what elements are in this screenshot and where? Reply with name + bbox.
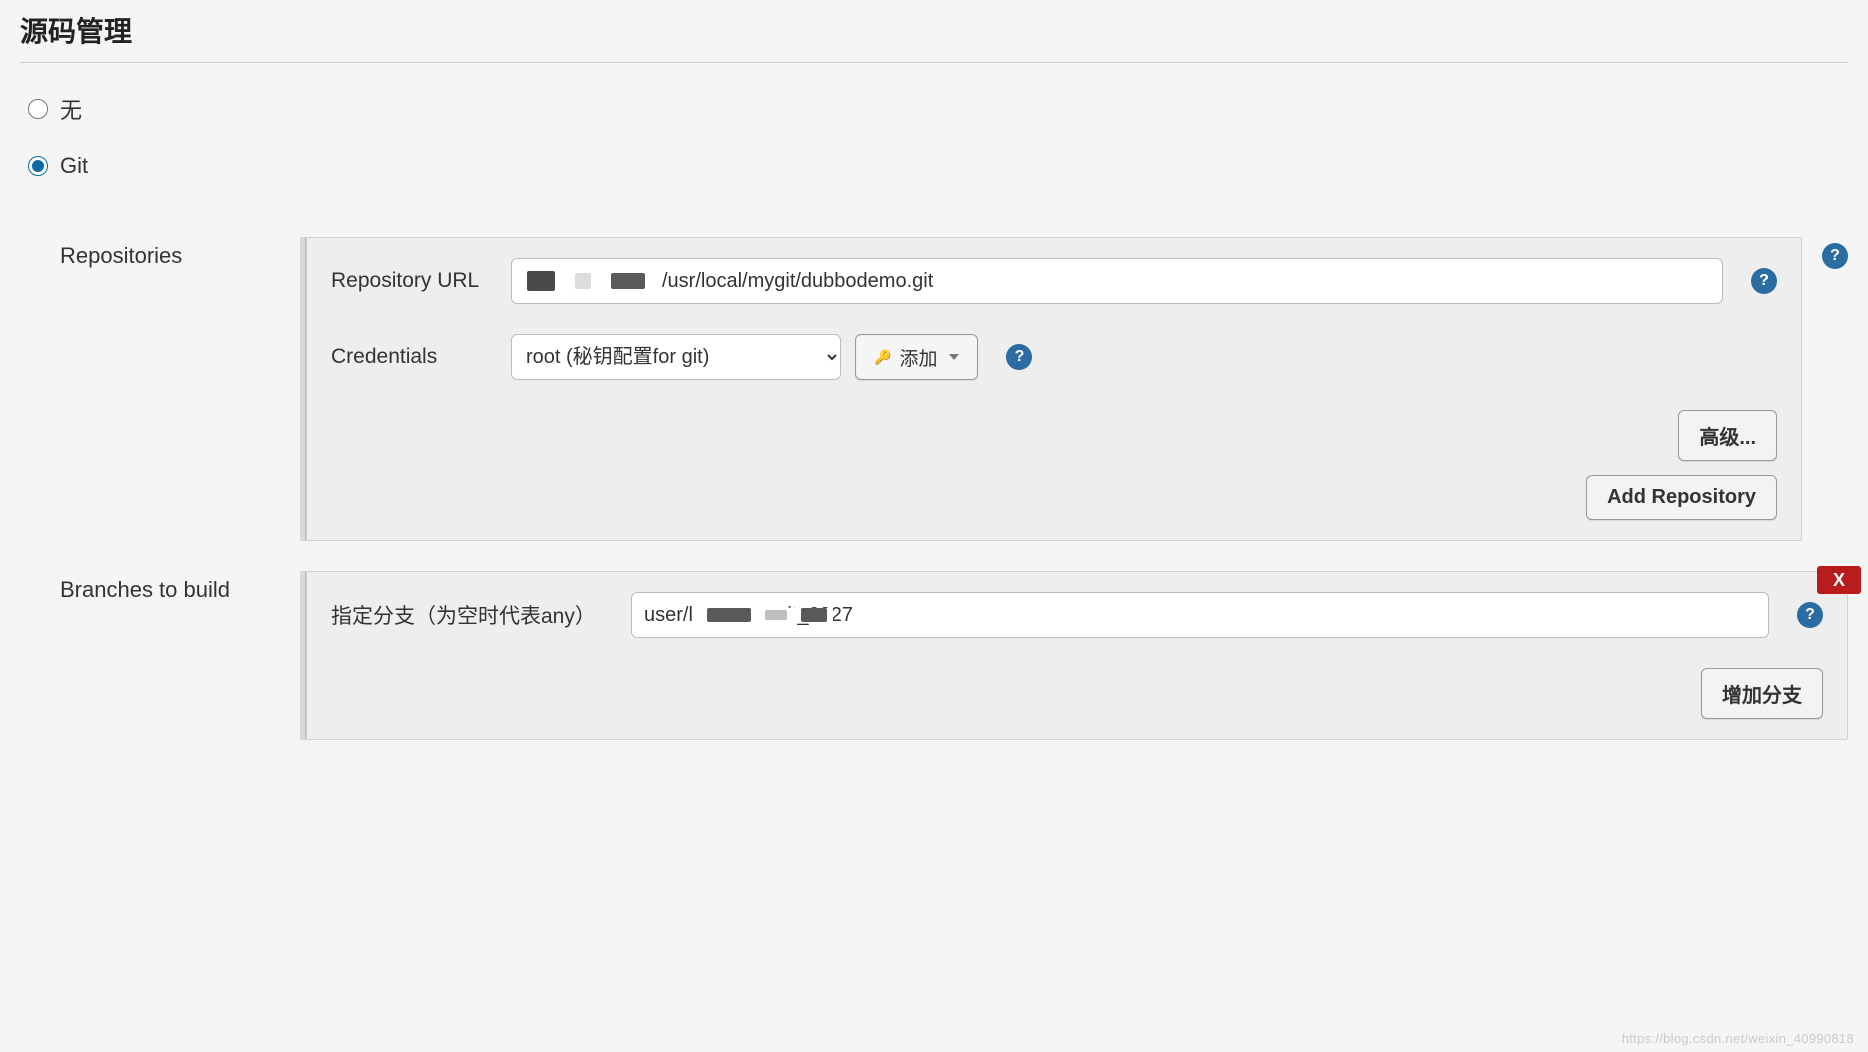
- delete-branch-button[interactable]: X: [1817, 566, 1861, 594]
- add-credentials-button[interactable]: 🔑 添加: [855, 334, 978, 380]
- add-branch-button[interactable]: 增加分支: [1701, 668, 1823, 719]
- watermark-text: https://blog.csdn.net/weixin_40990818: [1622, 1031, 1854, 1046]
- section-title: 源码管理: [20, 10, 1848, 63]
- scm-option-none[interactable]: 无: [28, 93, 1840, 125]
- repositories-panel: Repository URL ? Credentials root (秘钥配置f…: [306, 237, 1802, 541]
- repo-url-input[interactable]: [511, 258, 1723, 304]
- scm-option-git-label: Git: [60, 153, 88, 179]
- branches-label: Branches to build: [60, 571, 300, 603]
- repositories-row: Repositories Repository URL ? Credential…: [60, 237, 1848, 541]
- branches-actions: 增加分支: [331, 668, 1823, 719]
- scm-option-git[interactable]: Git: [28, 153, 1840, 179]
- scm-radio-group: 无 Git: [20, 83, 1848, 217]
- repo-url-row: Repository URL ?: [331, 258, 1777, 304]
- branches-panel: X 指定分支（为空时代表any） ? 增加分支: [306, 571, 1848, 740]
- credentials-label: Credentials: [331, 345, 511, 369]
- repositories-actions: 高级... Add Repository: [331, 410, 1777, 520]
- add-repository-button[interactable]: Add Repository: [1586, 475, 1777, 520]
- repo-url-label: Repository URL: [331, 269, 511, 293]
- help-icon[interactable]: ?: [1006, 344, 1032, 370]
- help-icon[interactable]: ?: [1751, 268, 1777, 294]
- branch-specifier-label: 指定分支（为空时代表any）: [331, 600, 631, 630]
- chevron-down-icon: [949, 354, 959, 360]
- add-credentials-label: 添加: [899, 344, 937, 371]
- scm-radio-none[interactable]: [28, 99, 48, 119]
- help-icon[interactable]: ?: [1822, 243, 1848, 269]
- help-icon[interactable]: ?: [1797, 602, 1823, 628]
- branches-row: Branches to build X 指定分支（为空时代表any） ? 增加分…: [60, 571, 1848, 740]
- branch-specifier-row: 指定分支（为空时代表any） ?: [331, 592, 1823, 638]
- credentials-select[interactable]: root (秘钥配置for git): [511, 334, 841, 380]
- scm-radio-git[interactable]: [28, 156, 48, 176]
- scm-option-none-label: 无: [60, 93, 82, 125]
- key-icon: 🔑: [874, 349, 891, 366]
- repositories-label: Repositories: [60, 237, 300, 269]
- credentials-row: Credentials root (秘钥配置for git) 🔑 添加 ?: [331, 334, 1777, 380]
- advanced-button[interactable]: 高级...: [1678, 410, 1777, 461]
